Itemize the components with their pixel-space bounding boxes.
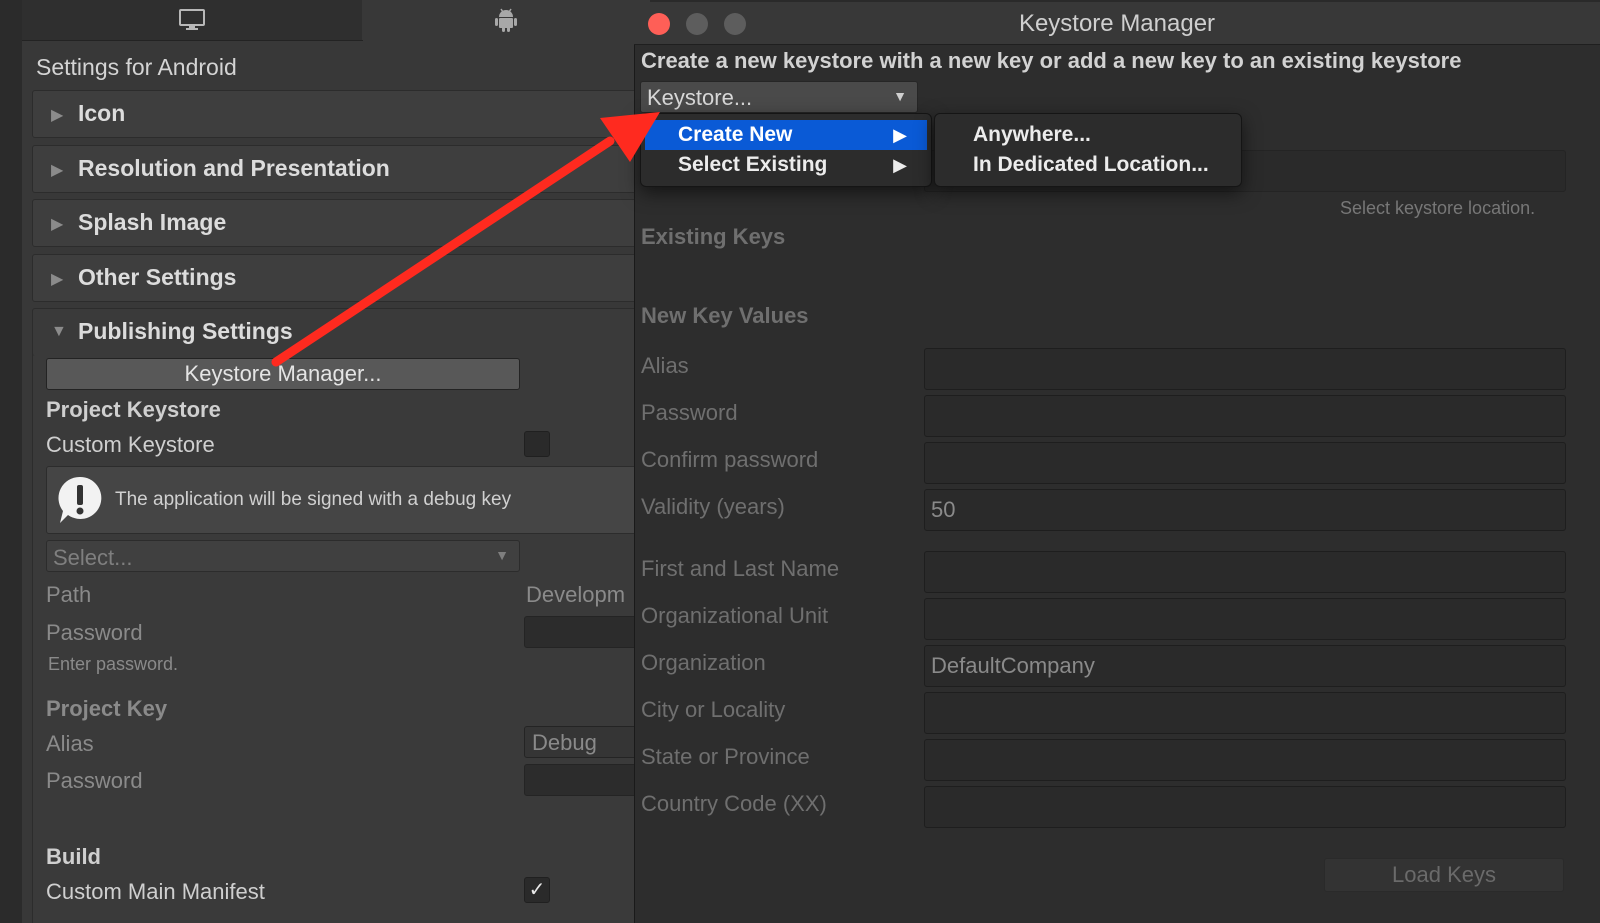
name-input[interactable]	[924, 551, 1566, 593]
keystore-select[interactable]: Select... ▼	[46, 540, 520, 572]
panel-edge	[0, 0, 22, 923]
collapse-arrow-icon: ▶	[51, 162, 64, 179]
submenu-item-dedicated-location[interactable]: In Dedicated Location...	[939, 150, 1237, 180]
org-unit-field-label: Organizational Unit	[641, 603, 829, 628]
section-splash-image[interactable]: ▶ Splash Image	[32, 199, 650, 247]
section-other-settings[interactable]: ▶ Other Settings	[32, 254, 650, 302]
dropdown-value: Keystore...	[647, 85, 753, 110]
name-field-label: First and Last Name	[641, 556, 840, 581]
city-field-label: City or Locality	[641, 697, 786, 722]
password-input[interactable]	[924, 395, 1566, 437]
submenu-item-anywhere[interactable]: Anywhere...	[939, 120, 1237, 150]
keystore-manager-button[interactable]: Keystore Manager...	[46, 358, 520, 390]
menu-item-label: Select Existing	[678, 153, 828, 176]
password-field-label: Password	[641, 400, 738, 425]
organization-input[interactable]: DefaultCompany	[924, 645, 1566, 687]
chevron-down-icon: ▼	[495, 547, 509, 563]
country-code-input[interactable]	[924, 786, 1566, 828]
confirm-password-input[interactable]	[924, 442, 1566, 484]
country-code-field-label: Country Code (XX)	[641, 791, 827, 816]
tab-standalone[interactable]	[22, 0, 363, 41]
section-icon[interactable]: ▶ Icon	[32, 90, 650, 138]
section-publishing-settings[interactable]: ▼ Publishing Settings	[32, 308, 650, 356]
menu-item-label: Create New	[678, 123, 793, 146]
load-keys-button[interactable]: Load Keys	[1324, 858, 1564, 892]
new-key-values-heading: New Key Values	[641, 303, 809, 328]
alias-input[interactable]	[924, 348, 1566, 390]
warning-icon	[58, 476, 102, 523]
create-new-submenu: Anywhere... In Dedicated Location...	[934, 113, 1242, 187]
window-title: Keystore Manager	[1018, 10, 1216, 37]
submenu-arrow-icon: ▶	[893, 125, 907, 145]
state-field-label: State or Province	[641, 744, 810, 769]
tab-android[interactable]	[362, 0, 650, 40]
key-password-field[interactable]	[524, 764, 650, 796]
expand-arrow-icon: ▼	[51, 323, 67, 340]
keystore-password-field[interactable]	[524, 616, 650, 648]
field-value: DefaultCompany	[931, 653, 1095, 678]
help-text: The application will be signed with a de…	[115, 489, 512, 510]
monitor-icon	[179, 9, 205, 30]
menu-item-select-existing[interactable]: Select Existing ▶	[645, 150, 927, 180]
alias-field-label: Alias	[641, 353, 689, 378]
android-icon	[495, 8, 517, 32]
project-keystore-heading: Project Keystore	[46, 397, 221, 422]
field-value: 50	[931, 497, 956, 522]
chevron-down-icon: ▼	[893, 88, 907, 104]
alias-label: Alias	[46, 731, 94, 756]
section-label: Other Settings	[78, 264, 237, 290]
city-input[interactable]	[924, 692, 1566, 734]
section-label: Resolution and Presentation	[78, 155, 390, 181]
organization-field-label: Organization	[641, 650, 766, 675]
validity-field-label: Validity (years)	[641, 494, 785, 519]
org-unit-input[interactable]	[924, 598, 1566, 640]
alias-value: Debug	[532, 730, 597, 755]
collapse-arrow-icon: ▶	[51, 107, 64, 124]
confirm-password-field-label: Confirm password	[641, 447, 819, 472]
state-input[interactable]	[924, 739, 1566, 781]
collapse-arrow-icon: ▶	[51, 216, 64, 233]
alias-select[interactable]: Debug	[524, 726, 650, 758]
help-box: The application will be signed with a de…	[46, 466, 650, 534]
keystore-dropdown-menu: Create New ▶ Select Existing ▶	[640, 113, 932, 187]
keystore-dropdown[interactable]: Keystore... ▼	[640, 81, 918, 113]
path-value: Developm	[526, 582, 626, 607]
project-key-heading: Project Key	[46, 696, 168, 721]
section-resolution[interactable]: ▶ Resolution and Presentation	[32, 145, 650, 193]
password-hint: Enter password.	[48, 654, 179, 674]
existing-keys-heading: Existing Keys	[641, 224, 786, 249]
section-label: Icon	[78, 100, 126, 126]
collapse-arrow-icon: ▶	[51, 271, 64, 288]
custom-manifest-label: Custom Main Manifest	[46, 879, 265, 904]
custom-keystore-label: Custom Keystore	[46, 432, 215, 457]
submenu-arrow-icon: ▶	[893, 155, 907, 175]
custom-manifest-checkbox[interactable]: ✓	[524, 877, 550, 903]
section-label: Publishing Settings	[78, 318, 293, 344]
password-label: Password	[46, 620, 143, 645]
select-value: Select...	[53, 545, 133, 570]
path-label: Path	[46, 582, 92, 607]
settings-title: Settings for Android	[36, 54, 237, 80]
key-password-label: Password	[46, 768, 143, 793]
custom-keystore-checkbox[interactable]	[524, 431, 550, 457]
menu-item-create-new[interactable]: Create New ▶	[645, 120, 927, 150]
window-header-text: Create a new keystore with a new key or …	[641, 48, 1462, 73]
validity-input[interactable]: 50	[924, 489, 1566, 531]
build-heading: Build	[46, 844, 101, 869]
keystore-location-hint: Select keystore location.	[1340, 198, 1536, 218]
section-label: Splash Image	[78, 209, 227, 235]
